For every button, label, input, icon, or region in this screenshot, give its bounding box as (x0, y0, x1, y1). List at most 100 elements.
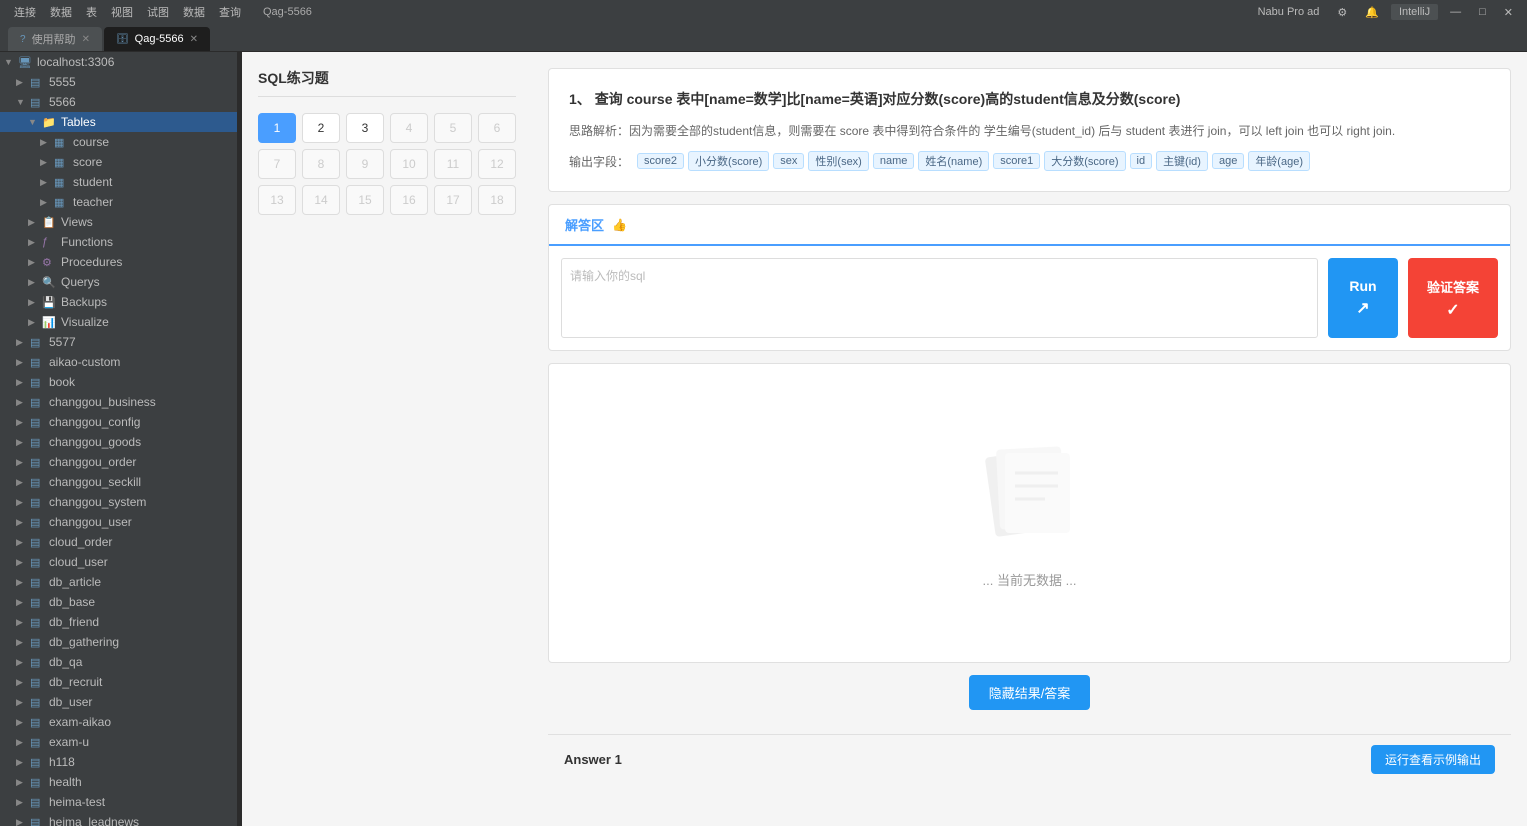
tab-qag5566[interactable]: 🗄 Qag-5566 ✕ (104, 27, 210, 51)
sidebar-item-db_user[interactable]: ▶▤db_user (0, 692, 237, 712)
number-btn-14[interactable]: 14 (302, 185, 340, 215)
sidebar-item-db_article[interactable]: ▶▤db_article (0, 572, 237, 592)
sidebar-label-changgou_seckill: changgou_seckill (49, 475, 141, 489)
number-btn-2[interactable]: 2 (302, 113, 340, 143)
number-btn-6[interactable]: 6 (478, 113, 516, 143)
number-btn-18[interactable]: 18 (478, 185, 516, 215)
number-btn-16[interactable]: 16 (390, 185, 428, 215)
number-btn-9[interactable]: 9 (346, 149, 384, 179)
hide-result-button[interactable]: 隐藏结果/答案 (969, 675, 1091, 710)
sidebar-item-5555[interactable]: ▶ ▤ 5555 (0, 72, 237, 92)
sidebar-item-backups[interactable]: ▶ 💾 Backups (0, 292, 237, 312)
number-btn-5[interactable]: 5 (434, 113, 472, 143)
sidebar-item-db_gathering[interactable]: ▶▤db_gathering (0, 632, 237, 652)
arrow-teacher: ▶ (40, 197, 54, 208)
sidebar-item-heima_leadnews[interactable]: ▶▤heima_leadnews (0, 812, 237, 826)
sidebar-label-backups: Backups (61, 295, 107, 309)
sidebar-item-functions[interactable]: ▶ ƒ Functions (0, 232, 237, 252)
run-example-button[interactable]: 运行查看示例输出 (1371, 745, 1495, 774)
sidebar-item-changgou_business[interactable]: ▶▤changgou_business (0, 392, 237, 412)
arrow-views: ▶ (28, 217, 42, 228)
answer-body: Run ↗ 验证答案 ✓ (549, 246, 1510, 350)
verify-icon: ✓ (1446, 300, 1459, 320)
menu-data1[interactable]: 数据 (44, 2, 78, 22)
sidebar-item-5566[interactable]: ▼ ▤ 5566 (0, 92, 237, 112)
run-button[interactable]: Run ↗ (1328, 258, 1398, 338)
sidebar-item-querys[interactable]: ▶ 🔍 Querys (0, 272, 237, 292)
number-btn-3[interactable]: 3 (346, 113, 384, 143)
theme-selector[interactable]: IntelliJ (1391, 4, 1438, 20)
sidebar-item-book[interactable]: ▶▤book (0, 372, 237, 392)
arrow-exam-aikao: ▶ (16, 717, 30, 728)
window-max-icon[interactable]: □ (1473, 4, 1492, 20)
number-btn-13[interactable]: 13 (258, 185, 296, 215)
menu-query[interactable]: 查询 (213, 2, 247, 22)
db-icon-changgou_config: ▤ (30, 416, 46, 429)
sidebar-item-views[interactable]: ▶ 📋 Views (0, 212, 237, 232)
number-btn-4[interactable]: 4 (390, 113, 428, 143)
tab-qag-close[interactable]: ✕ (190, 34, 198, 45)
arrow-db_base: ▶ (16, 597, 30, 608)
window-close-icon[interactable]: ✕ (1498, 4, 1519, 21)
sidebar-item-heima-test[interactable]: ▶▤heima-test (0, 792, 237, 812)
tab-help-close[interactable]: ✕ (82, 34, 90, 45)
verify-button[interactable]: 验证答案 ✓ (1408, 258, 1498, 338)
sidebar-item-db_qa[interactable]: ▶▤db_qa (0, 652, 237, 672)
sidebar-item-cloud_order[interactable]: ▶▤cloud_order (0, 532, 237, 552)
number-btn-8[interactable]: 8 (302, 149, 340, 179)
sidebar-item-changgou_seckill[interactable]: ▶▤changgou_seckill (0, 472, 237, 492)
number-btn-12[interactable]: 12 (478, 149, 516, 179)
sidebar-item-h118[interactable]: ▶▤h118 (0, 752, 237, 772)
sidebar-item-exam-aikao[interactable]: ▶▤exam-aikao (0, 712, 237, 732)
sidebar-item-score[interactable]: ▶ ▦ score (0, 152, 237, 172)
sidebar-item-changgou_config[interactable]: ▶▤changgou_config (0, 412, 237, 432)
sidebar-item-procedures[interactable]: ▶ ⚙ Procedures (0, 252, 237, 272)
menu-data2[interactable]: 数据 (177, 2, 211, 22)
settings-icon[interactable]: ⚙ (1331, 4, 1353, 21)
db-icon-aikao-custom: ▤ (30, 356, 46, 369)
bell-icon[interactable]: 🔔 (1359, 4, 1385, 21)
sidebar-item-db_friend[interactable]: ▶▤db_friend (0, 612, 237, 632)
sidebar-item-visualize[interactable]: ▶ 📊 Visualize (0, 312, 237, 332)
arrow-exam-u: ▶ (16, 737, 30, 748)
sidebar-item-health[interactable]: ▶▤health (0, 772, 237, 792)
sidebar-item-tables[interactable]: ▼ 📁 Tables (0, 112, 237, 132)
menu-table[interactable]: 表 (80, 2, 103, 22)
sidebar-item-student[interactable]: ▶ ▦ student (0, 172, 237, 192)
field-score-small: 小分数(score) (688, 151, 769, 171)
tab-help[interactable]: ? 使用帮助 ✕ (8, 27, 102, 51)
db-icon-changgou_order: ▤ (30, 456, 46, 469)
sidebar-label-exam-u: exam-u (49, 735, 89, 749)
sidebar-item-course[interactable]: ▶ ▦ course (0, 132, 237, 152)
db-icon-db_user: ▤ (30, 696, 46, 709)
number-btn-15[interactable]: 15 (346, 185, 384, 215)
sidebar-item-changgou_user[interactable]: ▶▤changgou_user (0, 512, 237, 532)
number-btn-7[interactable]: 7 (258, 149, 296, 179)
menu-view2[interactable]: 试图 (141, 2, 175, 22)
sidebar-item-cloud_user[interactable]: ▶▤cloud_user (0, 552, 237, 572)
window-min-icon[interactable]: — (1444, 4, 1467, 20)
sidebar-item-db_base[interactable]: ▶▤db_base (0, 592, 237, 612)
sidebar-item-localhost[interactable]: ▼ 🖥 localhost:3306 (0, 52, 237, 72)
number-btn-11[interactable]: 11 (434, 149, 472, 179)
menu-connect[interactable]: 连接 (8, 2, 42, 22)
arrow-db_user: ▶ (16, 697, 30, 708)
sidebar-item-changgou_goods[interactable]: ▶▤changgou_goods (0, 432, 237, 452)
run-label: Run (1349, 278, 1376, 294)
sidebar-item-5577[interactable]: ▶▤5577 (0, 332, 237, 352)
db-icon-heima-test: ▤ (30, 796, 46, 809)
sql-input[interactable] (561, 258, 1318, 338)
sidebar-item-teacher[interactable]: ▶ ▦ teacher (0, 192, 237, 212)
number-btn-10[interactable]: 10 (390, 149, 428, 179)
sidebar-item-db_recruit[interactable]: ▶▤db_recruit (0, 672, 237, 692)
number-btn-17[interactable]: 17 (434, 185, 472, 215)
sidebar-item-changgou_system[interactable]: ▶▤changgou_system (0, 492, 237, 512)
run-icon: ↗ (1356, 298, 1369, 318)
sidebar-label-cloud_order: cloud_order (49, 535, 112, 549)
menu-view1[interactable]: 视图 (105, 2, 139, 22)
sidebar-item-exam-u[interactable]: ▶▤exam-u (0, 732, 237, 752)
arrow-course: ▶ (40, 137, 54, 148)
number-btn-1[interactable]: 1 (258, 113, 296, 143)
sidebar-item-aikao-custom[interactable]: ▶▤aikao-custom (0, 352, 237, 372)
sidebar-item-changgou_order[interactable]: ▶▤changgou_order (0, 452, 237, 472)
